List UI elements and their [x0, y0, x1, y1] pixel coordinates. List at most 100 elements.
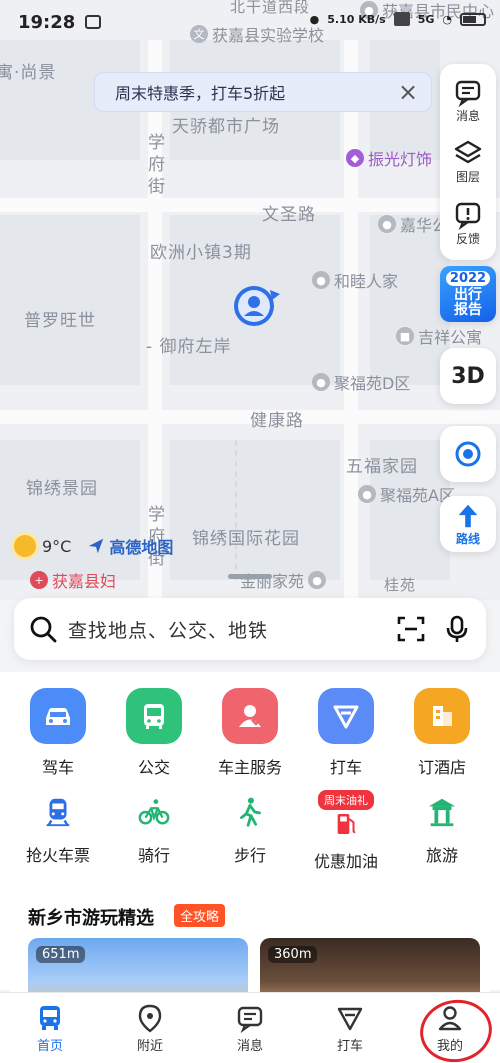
layers-icon [454, 141, 482, 164]
service-label: 订酒店 [417, 758, 466, 777]
service-label: 优惠加油 [313, 852, 378, 871]
message-button[interactable]: 消息 [453, 77, 483, 124]
service-label: 抢火车票 [25, 846, 90, 865]
travel-report-button[interactable]: 2022 出行 报告 [440, 266, 496, 322]
service-bike[interactable]: 骑行 [110, 792, 198, 872]
close-icon[interactable]: × [395, 79, 421, 105]
status-icons: ● 5.10 KB/s 5G ◔ [310, 12, 486, 26]
amap-logo-icon [89, 538, 104, 554]
service-owner[interactable]: 车主服务 [206, 688, 294, 778]
service-label: 骑行 [137, 846, 170, 865]
tab-taxi[interactable]: 打车 [310, 1003, 390, 1054]
map-poi-hemu[interactable]: ● 和睦人家 [312, 268, 398, 292]
weather-widget[interactable]: 9°C 高德地图 [14, 534, 173, 558]
map-poi-jinli[interactable]: 金丽家苑 ● [240, 568, 327, 592]
distance-badge: 360m [268, 946, 318, 963]
map-label: 健康路 [250, 411, 304, 431]
message-icon [455, 80, 481, 108]
fuel-promo-badge: 周末油礼 [318, 790, 374, 810]
pin-icon: ● [358, 485, 376, 503]
service-drive[interactable]: 驾车 [14, 688, 102, 778]
avatar-icon [234, 286, 280, 326]
report-line1: 出行 [454, 286, 482, 303]
recommend-tag[interactable]: 全攻略 [174, 904, 226, 927]
service-hotel[interactable]: 订酒店 [398, 688, 486, 778]
battery-icon [460, 12, 486, 26]
tab-label: 打车 [336, 1038, 363, 1054]
promo-banner[interactable]: 周末特惠季，打车5折起 × [94, 72, 432, 112]
fuel-icon [326, 804, 366, 844]
service-label: 步行 [233, 846, 266, 865]
service-label: 公交 [137, 758, 170, 777]
map-poi-zhenguang[interactable]: ◆ 振光灯饰 [346, 146, 432, 170]
route-button[interactable]: 路线 [440, 496, 496, 552]
search-input[interactable]: 查找地点、公交、地铁 [68, 616, 380, 643]
route-label: 路线 [455, 531, 480, 546]
bike-icon [134, 792, 174, 832]
notification-icon [85, 15, 102, 29]
service-fuel[interactable]: 周末油礼 优惠加油 [302, 790, 390, 872]
signal-label: 5G [417, 12, 435, 26]
service-walk[interactable]: 步行 [206, 792, 294, 872]
service-grid-primary: 驾车 公交 车主服务 打车 订酒店 [0, 688, 500, 778]
sun-icon [14, 535, 36, 557]
map-poi-jixiang[interactable]: ■ 吉祥公寓 [396, 324, 482, 348]
3d-button[interactable]: 3D [440, 348, 496, 404]
brand-name: 高德地图 [109, 538, 174, 557]
search-bar[interactable]: 查找地点、公交、地铁 [14, 598, 486, 660]
map-label: 文圣路 [262, 205, 316, 225]
service-train[interactable]: 抢火车票 [14, 792, 102, 872]
map-poi-jufu-a[interactable]: ● 聚福苑A区 [358, 482, 455, 506]
recommend-title: 新乡市游玩精选 [28, 908, 154, 929]
pin-icon: ● [378, 215, 396, 233]
layers-button[interactable]: 图层 [453, 138, 483, 185]
map-label: 欧洲小镇3期 [150, 243, 252, 263]
map-label: 寓·尚景 [0, 63, 57, 83]
bus-icon [126, 688, 182, 744]
map-label: 天骄都市广场 [172, 117, 280, 137]
locate-icon [455, 441, 481, 467]
cellular-icon [393, 12, 410, 26]
map-label: - 御府左岸 [146, 337, 232, 357]
location-status-icon: ● [309, 12, 320, 26]
temperature: 9°C [42, 536, 72, 556]
report-year: 2022 [445, 270, 491, 286]
train-icon [38, 792, 78, 832]
map-poi-jufu-d[interactable]: ● 聚福苑D区 [312, 370, 410, 394]
feedback-icon [455, 202, 481, 230]
travel-icon [422, 792, 462, 832]
map-tools: 消息 图层 反馈 [440, 64, 496, 260]
scan-icon[interactable] [396, 614, 426, 644]
message-icon [237, 1006, 263, 1033]
hotel-icon: ■ [396, 327, 414, 345]
map-label: 学府街 [148, 133, 166, 197]
map-label: 桂苑 [384, 576, 417, 594]
report-line2: 报告 [454, 301, 482, 318]
tab-home[interactable]: 首页 [10, 1003, 90, 1054]
map-poi-jiahua[interactable]: ● 嘉华公 [378, 212, 448, 236]
tab-label: 消息 [236, 1038, 263, 1054]
pin-icon: ● [308, 571, 327, 589]
tab-messages[interactable]: 消息 [210, 1003, 290, 1054]
map-label: 锦绣景园 [26, 479, 98, 499]
microphone-icon[interactable] [442, 614, 472, 644]
status-time: 19:28 [18, 11, 76, 33]
amap-logo: 高德地图 [87, 534, 173, 558]
service-travel[interactable]: 旅游 [398, 792, 486, 872]
pin-icon: ● [312, 373, 330, 391]
tab-label: 附近 [136, 1038, 163, 1054]
locate-button[interactable] [440, 426, 496, 482]
promo-text: 周末特惠季，打车5折起 [115, 84, 286, 103]
service-taxi[interactable]: 打车 [302, 688, 390, 778]
user-location-marker[interactable] [230, 280, 282, 332]
tab-nearby[interactable]: 附近 [110, 1003, 190, 1054]
drag-handle[interactable] [228, 574, 272, 579]
feedback-button[interactable]: 反馈 [453, 200, 483, 247]
search-icon [30, 616, 57, 643]
walk-icon [230, 792, 270, 832]
map-poi-hospital[interactable]: + 获嘉县妇 [30, 568, 116, 592]
bus-home-icon [40, 1005, 60, 1030]
map-label: 锦绣国际花园 [192, 529, 300, 549]
service-bus[interactable]: 公交 [110, 688, 198, 778]
status-bar: 19:28 ● 5.10 KB/s 5G ◔ [0, 0, 500, 44]
